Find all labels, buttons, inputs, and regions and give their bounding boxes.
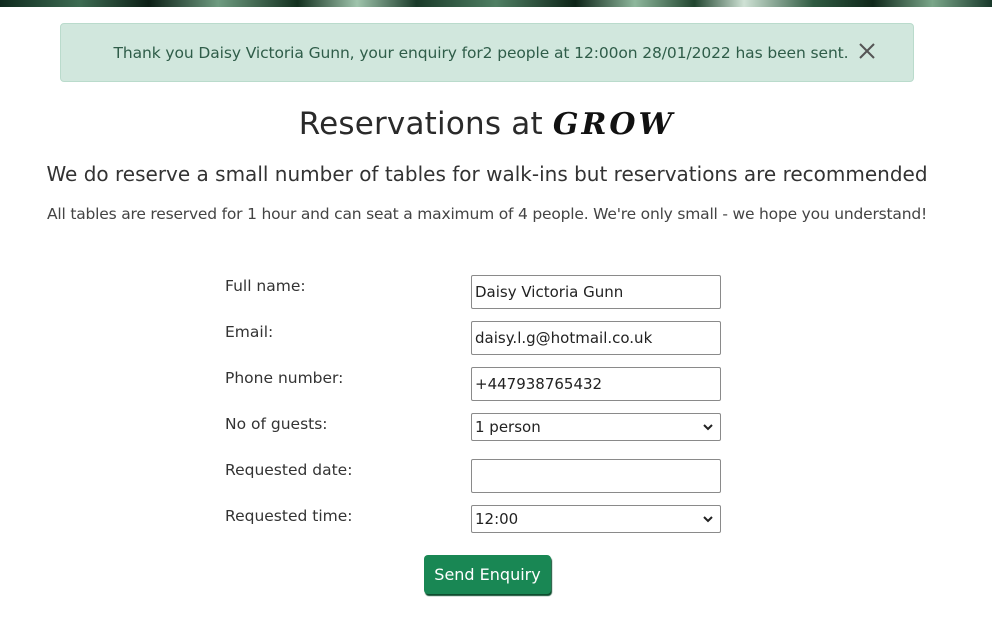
chevron-down-icon bbox=[703, 424, 713, 431]
date-label: Requested date: bbox=[225, 461, 353, 479]
email-input[interactable]: daisy.l.g@hotmail.co.uk bbox=[471, 321, 721, 355]
page-title: Reservations at GROW bbox=[0, 106, 974, 142]
header-image-strip bbox=[0, 0, 992, 7]
full-name-input[interactable]: Daisy Victoria Gunn bbox=[471, 275, 721, 309]
page-subtitle: We do reserve a small number of tables f… bbox=[46, 162, 928, 186]
date-input[interactable] bbox=[471, 459, 721, 493]
time-select[interactable]: 12:00 bbox=[471, 505, 721, 533]
guests-selected-value: 1 person bbox=[475, 418, 541, 436]
title-prefix: Reservations at bbox=[298, 106, 553, 142]
full-name-label: Full name: bbox=[225, 277, 306, 295]
guests-select[interactable]: 1 person bbox=[471, 413, 721, 441]
reservation-note: All tables are reserved for 1 hour and c… bbox=[47, 205, 927, 223]
time-label: Requested time: bbox=[225, 507, 353, 525]
brand-name: GROW bbox=[552, 107, 676, 142]
email-label: Email: bbox=[225, 323, 274, 341]
phone-label: Phone number: bbox=[225, 369, 344, 387]
send-enquiry-button[interactable]: Send Enquiry bbox=[424, 555, 551, 594]
time-selected-value: 12:00 bbox=[475, 510, 519, 528]
success-alert: Thank you Daisy Victoria Gunn, your enqu… bbox=[60, 23, 914, 82]
guests-label: No of guests: bbox=[225, 415, 328, 433]
close-icon[interactable] bbox=[858, 42, 876, 60]
chevron-down-icon bbox=[703, 516, 713, 523]
alert-message: Thank you Daisy Victoria Gunn, your enqu… bbox=[113, 43, 849, 62]
phone-input[interactable]: +447938765432 bbox=[471, 367, 721, 401]
